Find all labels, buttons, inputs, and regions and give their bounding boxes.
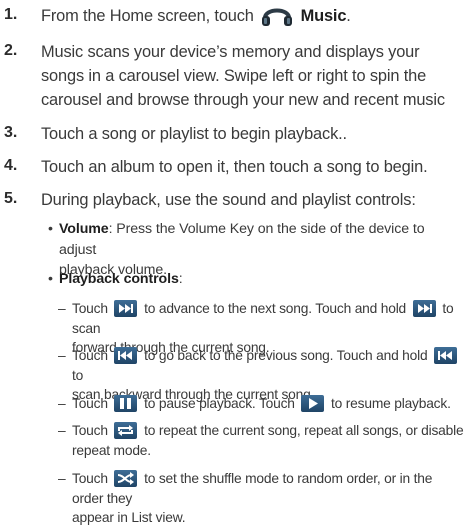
step-text: From the Home screen, touch Music. (41, 4, 466, 29)
dash-marker: – (58, 423, 66, 438)
control-text-line2: repeat mode. (72, 442, 151, 458)
dash-marker: – (58, 348, 66, 363)
playback-controls-label: Playback controls (59, 271, 179, 287)
volume-label: Volume (59, 221, 109, 237)
step-text-post: . (346, 7, 351, 25)
step-number: 3. (4, 124, 18, 141)
step-text: Touch an album to open it, then touch a … (41, 158, 428, 176)
step-text: Touch a song or playlist to begin playba… (41, 125, 347, 143)
dash-marker: – (58, 471, 66, 486)
pause-icon (114, 394, 138, 412)
control-text-line2: appear in List view. (72, 510, 186, 525)
previous-track-icon (114, 346, 138, 364)
step-number: 4. (4, 157, 18, 174)
control-text-part: Touch (72, 396, 108, 411)
control-text-part: to resume playback. (331, 396, 451, 411)
headphones-icon (260, 3, 294, 27)
repeat-icon (114, 421, 138, 439)
step-text: During playback, use the sound and playl… (41, 191, 416, 209)
shuffle-icon (114, 469, 138, 487)
bullet-dot: • (48, 271, 53, 287)
bullet-text: Playback controls: (59, 269, 459, 290)
previous-track-icon (434, 346, 458, 364)
step-text: Music scans your device’s memory and dis… (41, 40, 466, 112)
control-text: Touch to set the shuffle mode to random … (72, 469, 465, 528)
volume-text: : Press the Volume Key on the side of th… (59, 221, 425, 258)
play-icon (301, 394, 325, 412)
step-text-line: carousel and browse through your new and… (41, 91, 445, 109)
step-number: 1. (4, 6, 18, 23)
step-text-pre: From the Home screen, touch (41, 7, 254, 25)
step-text-line: Music scans your device’s memory and dis… (41, 43, 420, 61)
control-text-part: to advance to the next song. Touch and h… (144, 301, 407, 316)
step-number: 5. (4, 190, 18, 207)
control-shuffle: – Touch to set the shuffle mode to rando… (58, 469, 466, 525)
control-text: Touch to pause playback. Touch to resume… (72, 394, 465, 414)
control-pause-play: – Touch to pause playback. Touch to resu… (58, 394, 466, 416)
control-text-part: to pause playback. Touch (144, 396, 295, 411)
bullet-playback-controls: • Playback controls: (48, 269, 466, 291)
music-app-label: Music (300, 7, 347, 25)
dash-marker: – (58, 301, 66, 316)
control-text-part: to repeat the current song, repeat all s… (144, 423, 464, 438)
step-number: 2. (4, 42, 18, 59)
bullet-volume: • Volume: Press the Volume Key on the si… (48, 219, 466, 278)
dash-marker: – (58, 396, 66, 411)
control-text-part: Touch (72, 348, 108, 363)
step-text-line: songs in a carousel view. Swipe left or … (41, 67, 427, 85)
control-text-part: Touch (72, 471, 108, 486)
control-text-part: to (72, 367, 84, 383)
control-repeat: – Touch to repeat the current song, repe… (58, 421, 466, 461)
next-track-icon (114, 299, 138, 317)
control-text-part: Touch (72, 423, 108, 438)
bullet-dot: • (48, 221, 53, 237)
control-next: – Touch to advance to the next song. Tou… (58, 299, 466, 355)
control-previous: – Touch to go back to the previous song.… (58, 346, 466, 402)
playback-controls-colon: : (178, 271, 183, 287)
next-track-icon (412, 299, 436, 317)
control-text-part: Touch (72, 301, 108, 316)
control-text-part: to go back to the previous song. Touch a… (144, 348, 428, 363)
control-text: Touch to repeat the current song, repeat… (72, 421, 465, 460)
